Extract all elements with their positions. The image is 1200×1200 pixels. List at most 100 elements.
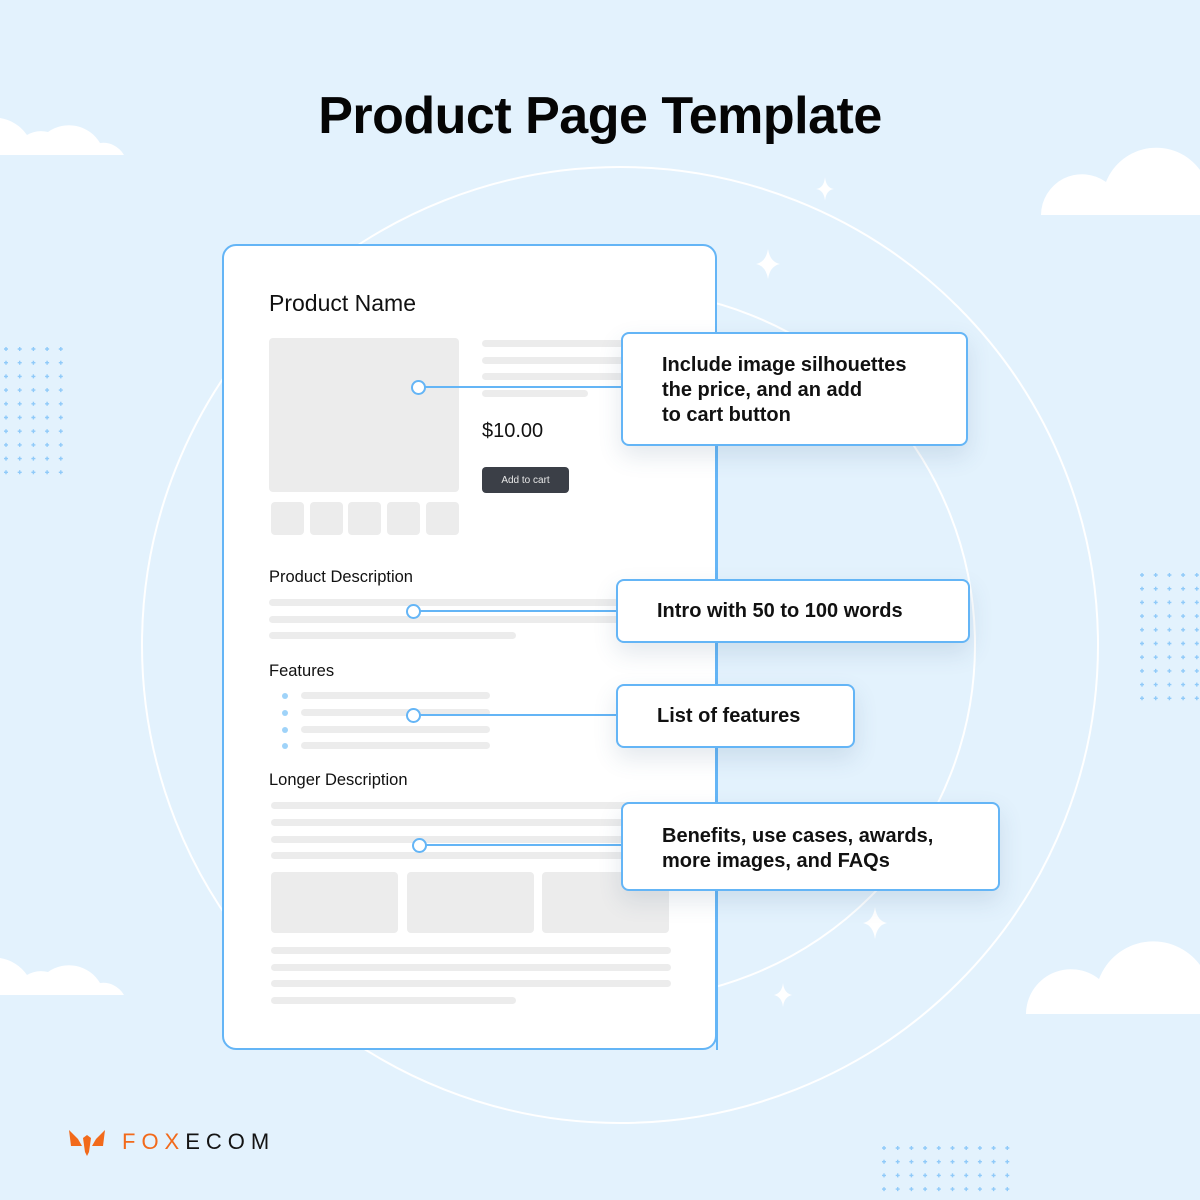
dot-grid-left	[31, 374, 36, 379]
sparkle-icon	[756, 249, 780, 279]
dot-grid-bottom	[936, 1146, 941, 1150]
dot-grid-right	[1153, 627, 1158, 632]
text-placeholder	[269, 632, 516, 639]
dot-grid-bottom	[977, 1146, 982, 1150]
text-placeholder	[271, 819, 671, 826]
dot-grid-left	[31, 415, 36, 420]
dot-grid-right	[1194, 573, 1199, 577]
dot-grid-bottom	[895, 1187, 900, 1192]
dot-grid-bottom	[991, 1146, 996, 1150]
dot-grid-right	[1194, 668, 1199, 673]
callout-text-line: to cart button	[662, 404, 791, 426]
thumbnail-placeholder	[426, 502, 459, 535]
dot-grid-left	[45, 429, 50, 434]
dot-grid-bottom	[950, 1159, 955, 1164]
dot-grid-bottom	[882, 1187, 886, 1192]
thumbnail-placeholder	[348, 502, 381, 535]
dot-grid-right	[1153, 573, 1158, 577]
dot-grid-left	[58, 429, 63, 434]
dot-grid-left	[45, 470, 50, 475]
dot-grid-right	[1181, 600, 1186, 605]
dot-grid-left	[4, 470, 8, 475]
mockup-product-name: Product Name	[269, 290, 417, 316]
dot-grid-bottom	[923, 1173, 928, 1178]
dot-grid-bottom	[977, 1159, 982, 1164]
dot-grid-right	[1140, 586, 1144, 591]
dot-grid-left	[58, 374, 63, 379]
dot-grid-bottom	[936, 1187, 941, 1192]
dot-grid-bottom	[882, 1173, 886, 1178]
dot-grid-left	[58, 401, 63, 406]
dot-grid-right	[1167, 586, 1172, 591]
dot-grid-bottom	[1005, 1187, 1010, 1192]
dot-grid-left	[4, 401, 8, 406]
dot-grid-left	[45, 374, 50, 379]
dot-grid-right	[1153, 614, 1158, 619]
dot-grid-right	[1167, 573, 1172, 577]
dot-grid-right	[1181, 655, 1186, 660]
dot-grid-left	[45, 388, 50, 393]
text-placeholder	[482, 373, 632, 380]
dot-grid-bottom	[909, 1159, 914, 1164]
dot-grid-left	[4, 456, 8, 461]
callout-text-line: Intro with 50 to 100 words	[657, 600, 903, 622]
dot-grid-right	[1153, 696, 1158, 701]
brand-wordmark: FOXECOM	[122, 1129, 275, 1155]
text-placeholder	[482, 390, 588, 397]
dot-grid-bottom	[923, 1146, 928, 1150]
callout-text-line: List of features	[657, 705, 801, 727]
gallery-image-placeholder	[271, 872, 398, 933]
dot-grid-right	[1140, 696, 1144, 701]
dot-grid-right	[1140, 600, 1144, 605]
brand-wordmark-ecom: ECOM	[185, 1129, 276, 1154]
connector-dot	[406, 604, 421, 619]
dot-grid-right	[1167, 614, 1172, 619]
dot-grid-left	[31, 388, 36, 393]
dot-grid-left	[17, 429, 22, 434]
dot-grid-right	[1181, 641, 1186, 646]
dot-grid-right	[1153, 655, 1158, 660]
dot-grid-left	[58, 388, 63, 393]
dot-grid-right	[1181, 614, 1186, 619]
connector-dot	[406, 708, 421, 723]
dot-grid-right	[1194, 614, 1199, 619]
callout-longer-description: Benefits, use cases, awards, more images…	[621, 802, 1000, 891]
dot-grid-left	[17, 347, 22, 351]
callout-product-header: Include image silhouettes the price, and…	[621, 332, 968, 446]
dot-grid-right	[1194, 641, 1199, 646]
dot-grid-right	[1167, 696, 1172, 701]
text-placeholder	[301, 726, 490, 733]
dot-grid-right	[1181, 682, 1186, 687]
dot-grid-left	[31, 401, 36, 406]
dot-grid-right	[1140, 668, 1144, 673]
dot-grid-right	[1194, 682, 1199, 687]
dot-grid-right	[1167, 600, 1172, 605]
dot-grid-right	[1181, 586, 1186, 591]
text-placeholder	[482, 357, 632, 364]
dot-grid-bottom	[964, 1187, 969, 1192]
connector-line	[425, 386, 623, 388]
dot-grid-bottom	[895, 1173, 900, 1178]
callout-text-line: Include image silhouettes	[662, 354, 907, 376]
dot-grid-left	[45, 442, 50, 447]
dot-grid-right	[1167, 655, 1172, 660]
dot-grid-bottom	[882, 1146, 886, 1150]
dot-grid-bottom	[1005, 1146, 1010, 1150]
dot-grid-right	[1140, 573, 1144, 577]
section-label-description: Product Description	[269, 568, 413, 586]
dot-grid-left	[4, 388, 8, 393]
connector-spine	[716, 446, 718, 580]
section-label-features: Features	[269, 662, 335, 680]
text-placeholder	[269, 599, 624, 606]
feature-bullet	[282, 727, 288, 733]
dot-grid-left	[17, 415, 22, 420]
callout-text-line: more images, and FAQs	[662, 850, 890, 872]
callout-features: List of features	[616, 684, 855, 748]
cloud-top-right	[1041, 147, 1200, 215]
dot-grid-right	[1140, 614, 1144, 619]
text-placeholder	[271, 947, 671, 954]
dot-grid-right	[1167, 682, 1172, 687]
dot-grid-bottom	[909, 1187, 914, 1192]
connector-line	[420, 610, 618, 612]
add-to-cart-button[interactable]: Add to cart	[482, 467, 569, 493]
